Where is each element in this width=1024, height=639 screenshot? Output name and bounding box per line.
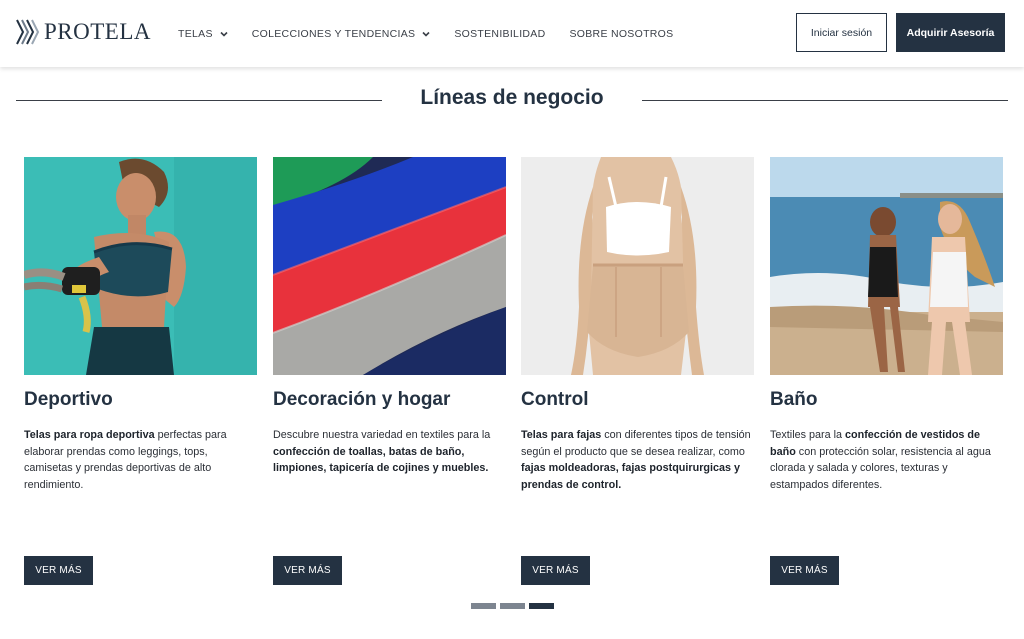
carousel-dot-active[interactable]: [529, 603, 554, 609]
card-description: Telas para fajas con diferentes tipos de…: [521, 429, 751, 491]
nav-item-label: SOSTENIBILIDAD: [454, 27, 546, 40]
card-title: Decoración y hogar: [273, 389, 451, 410]
card-title: Baño: [770, 389, 818, 410]
business-line-card-bano: Baño Textiles para la confección de vest…: [770, 157, 1003, 587]
carousel-dot[interactable]: [500, 603, 525, 609]
beach-swimwear-photo[interactable]: [770, 157, 1003, 375]
chevron-down-icon: [220, 31, 228, 37]
carousel-dot[interactable]: [471, 603, 496, 609]
title-divider-left: [16, 100, 382, 101]
get-advice-button[interactable]: Adquirir Asesoría: [896, 13, 1005, 52]
nav-item-label: SOBRE NOSOTROS: [569, 27, 674, 40]
nav-item-sobre-nosotros[interactable]: SOBRE NOSOTROS: [569, 28, 673, 40]
see-more-button[interactable]: VER MÁS: [521, 556, 590, 585]
card-description: Textiles para la confección de vestidos …: [770, 429, 991, 491]
card-description: Telas para ropa deportiva perfectas para…: [24, 429, 227, 491]
section-title: Líneas de negocio: [420, 86, 604, 109]
see-more-button[interactable]: VER MÁS: [273, 556, 342, 585]
nav-item-telas[interactable]: TELAS: [178, 28, 228, 40]
login-button[interactable]: Iniciar sesión: [796, 13, 887, 52]
nav-item-sostenibilidad[interactable]: SOSTENIBILIDAD: [454, 28, 545, 40]
logo-text: PROTELA: [44, 19, 151, 44]
card-title: Deportivo: [24, 389, 113, 410]
logo-mark-icon: [16, 19, 40, 45]
title-divider-right: [642, 100, 1008, 101]
nav-item-colecciones[interactable]: COLECCIONES Y TENDENCIAS: [252, 28, 431, 40]
card-title: Control: [521, 389, 589, 410]
carousel-pagination: [471, 603, 558, 609]
logo[interactable]: PROTELA: [15, 18, 151, 46]
business-line-card-decoracion: Decoración y hogar Descubre nuestra vari…: [273, 157, 506, 587]
see-more-button[interactable]: VER MÁS: [770, 556, 839, 585]
business-line-card-deportivo: Deportivo Telas para ropa deportiva perf…: [24, 157, 257, 587]
colored-towels-photo[interactable]: [273, 157, 506, 375]
chevron-down-icon: [422, 31, 430, 37]
nav-item-label: TELAS: [178, 27, 213, 40]
card-description: Descubre nuestra variedad en textiles pa…: [273, 429, 491, 474]
main-nav: TELAS COLECCIONES Y TENDENCIAS SOSTENIBI…: [178, 0, 697, 67]
site-header: PROTELA TELAS COLECCIONES Y TENDENCIAS S…: [0, 0, 1024, 67]
business-line-card-control: Control Telas para fajas con diferentes …: [521, 157, 754, 587]
shapewear-photo[interactable]: [521, 157, 754, 375]
nav-item-label: COLECCIONES Y TENDENCIAS: [251, 27, 416, 40]
athlete-woman-ropes-photo[interactable]: [24, 157, 257, 375]
see-more-button[interactable]: VER MÁS: [24, 556, 93, 585]
